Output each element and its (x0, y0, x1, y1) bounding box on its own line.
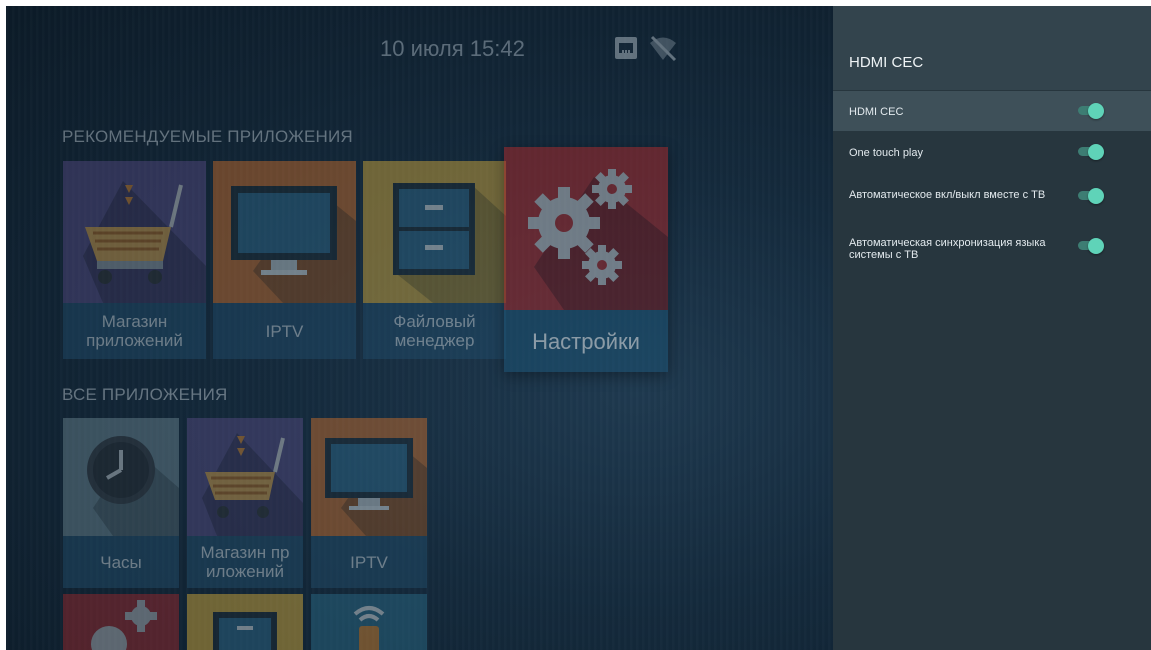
panel-title: HDMI CEC (849, 54, 924, 71)
setting-row-one-touch-play[interactable]: One touch play (833, 132, 1151, 172)
tile-file-manager[interactable]: Файловый менеджер (363, 161, 506, 359)
file-cabinet-icon (187, 594, 303, 650)
tile-label: Настройки (504, 310, 668, 372)
remote-icon (311, 594, 427, 650)
language-sync-toggle[interactable] (1078, 238, 1104, 254)
tile-iptv[interactable]: IPTV (311, 418, 427, 588)
wifi-off-icon (650, 35, 677, 62)
monitor-icon (311, 418, 427, 536)
hdmi-cec-toggle[interactable] (1078, 103, 1104, 119)
gears-icon (504, 147, 668, 310)
setting-row-language-sync[interactable]: Автоматическая синхронизация языка систе… (833, 220, 1151, 270)
date-time: 10 июля 15:42 (380, 36, 525, 61)
setting-label: Автоматическое вкл/выкл вместе с ТВ (849, 189, 1046, 201)
tile-label: Часы (63, 536, 179, 588)
setting-label: Автоматическая синхронизация языка систе… (849, 237, 1046, 261)
monitor-icon (213, 161, 356, 303)
tile-label: IPTV (311, 536, 427, 588)
tile-file-manager[interactable] (187, 594, 303, 650)
tile-remote[interactable] (311, 594, 427, 650)
setting-label: One touch play (849, 147, 923, 159)
tile-settings[interactable] (63, 594, 179, 650)
setting-label: HDMI CEC (849, 106, 904, 118)
hdmi-cec-panel: HDMI CEC HDMI CEC One touch play Автомат… (833, 6, 1151, 650)
auto-power-toggle[interactable] (1078, 188, 1104, 204)
tile-label: Магазин пр иложений (187, 536, 303, 588)
setting-row-hdmi-cec[interactable]: HDMI CEC (833, 91, 1151, 131)
all-apps-section-title: ВСЕ ПРИЛОЖЕНИЯ (62, 385, 228, 404)
tile-app-store[interactable]: Магазин пр иложений (187, 418, 303, 588)
shopping-cart-icon (63, 161, 206, 303)
one-touch-play-toggle[interactable] (1078, 144, 1104, 160)
setting-row-auto-power[interactable]: Автоматическое вкл/выкл вместе с ТВ (833, 174, 1151, 214)
file-cabinet-icon (363, 161, 506, 303)
status-bar: 10 июля 15:42 (380, 36, 525, 62)
tile-settings[interactable]: Настройки (504, 147, 668, 372)
ethernet-icon (615, 37, 637, 59)
tile-clock[interactable]: Часы (63, 418, 179, 588)
shopping-cart-icon (187, 418, 303, 536)
tile-label: Файловый менеджер (363, 303, 506, 359)
tile-iptv[interactable]: IPTV (213, 161, 356, 359)
recommended-section-title: РЕКОМЕНДУЕМЫЕ ПРИЛОЖЕНИЯ (62, 127, 353, 146)
gears-icon (63, 594, 179, 650)
tile-app-store[interactable]: Магазин приложений (63, 161, 206, 359)
clock-icon (63, 418, 179, 536)
panel-header: HDMI CEC (833, 6, 1151, 90)
tile-label: IPTV (213, 303, 356, 359)
tile-label: Магазин приложений (63, 303, 206, 359)
